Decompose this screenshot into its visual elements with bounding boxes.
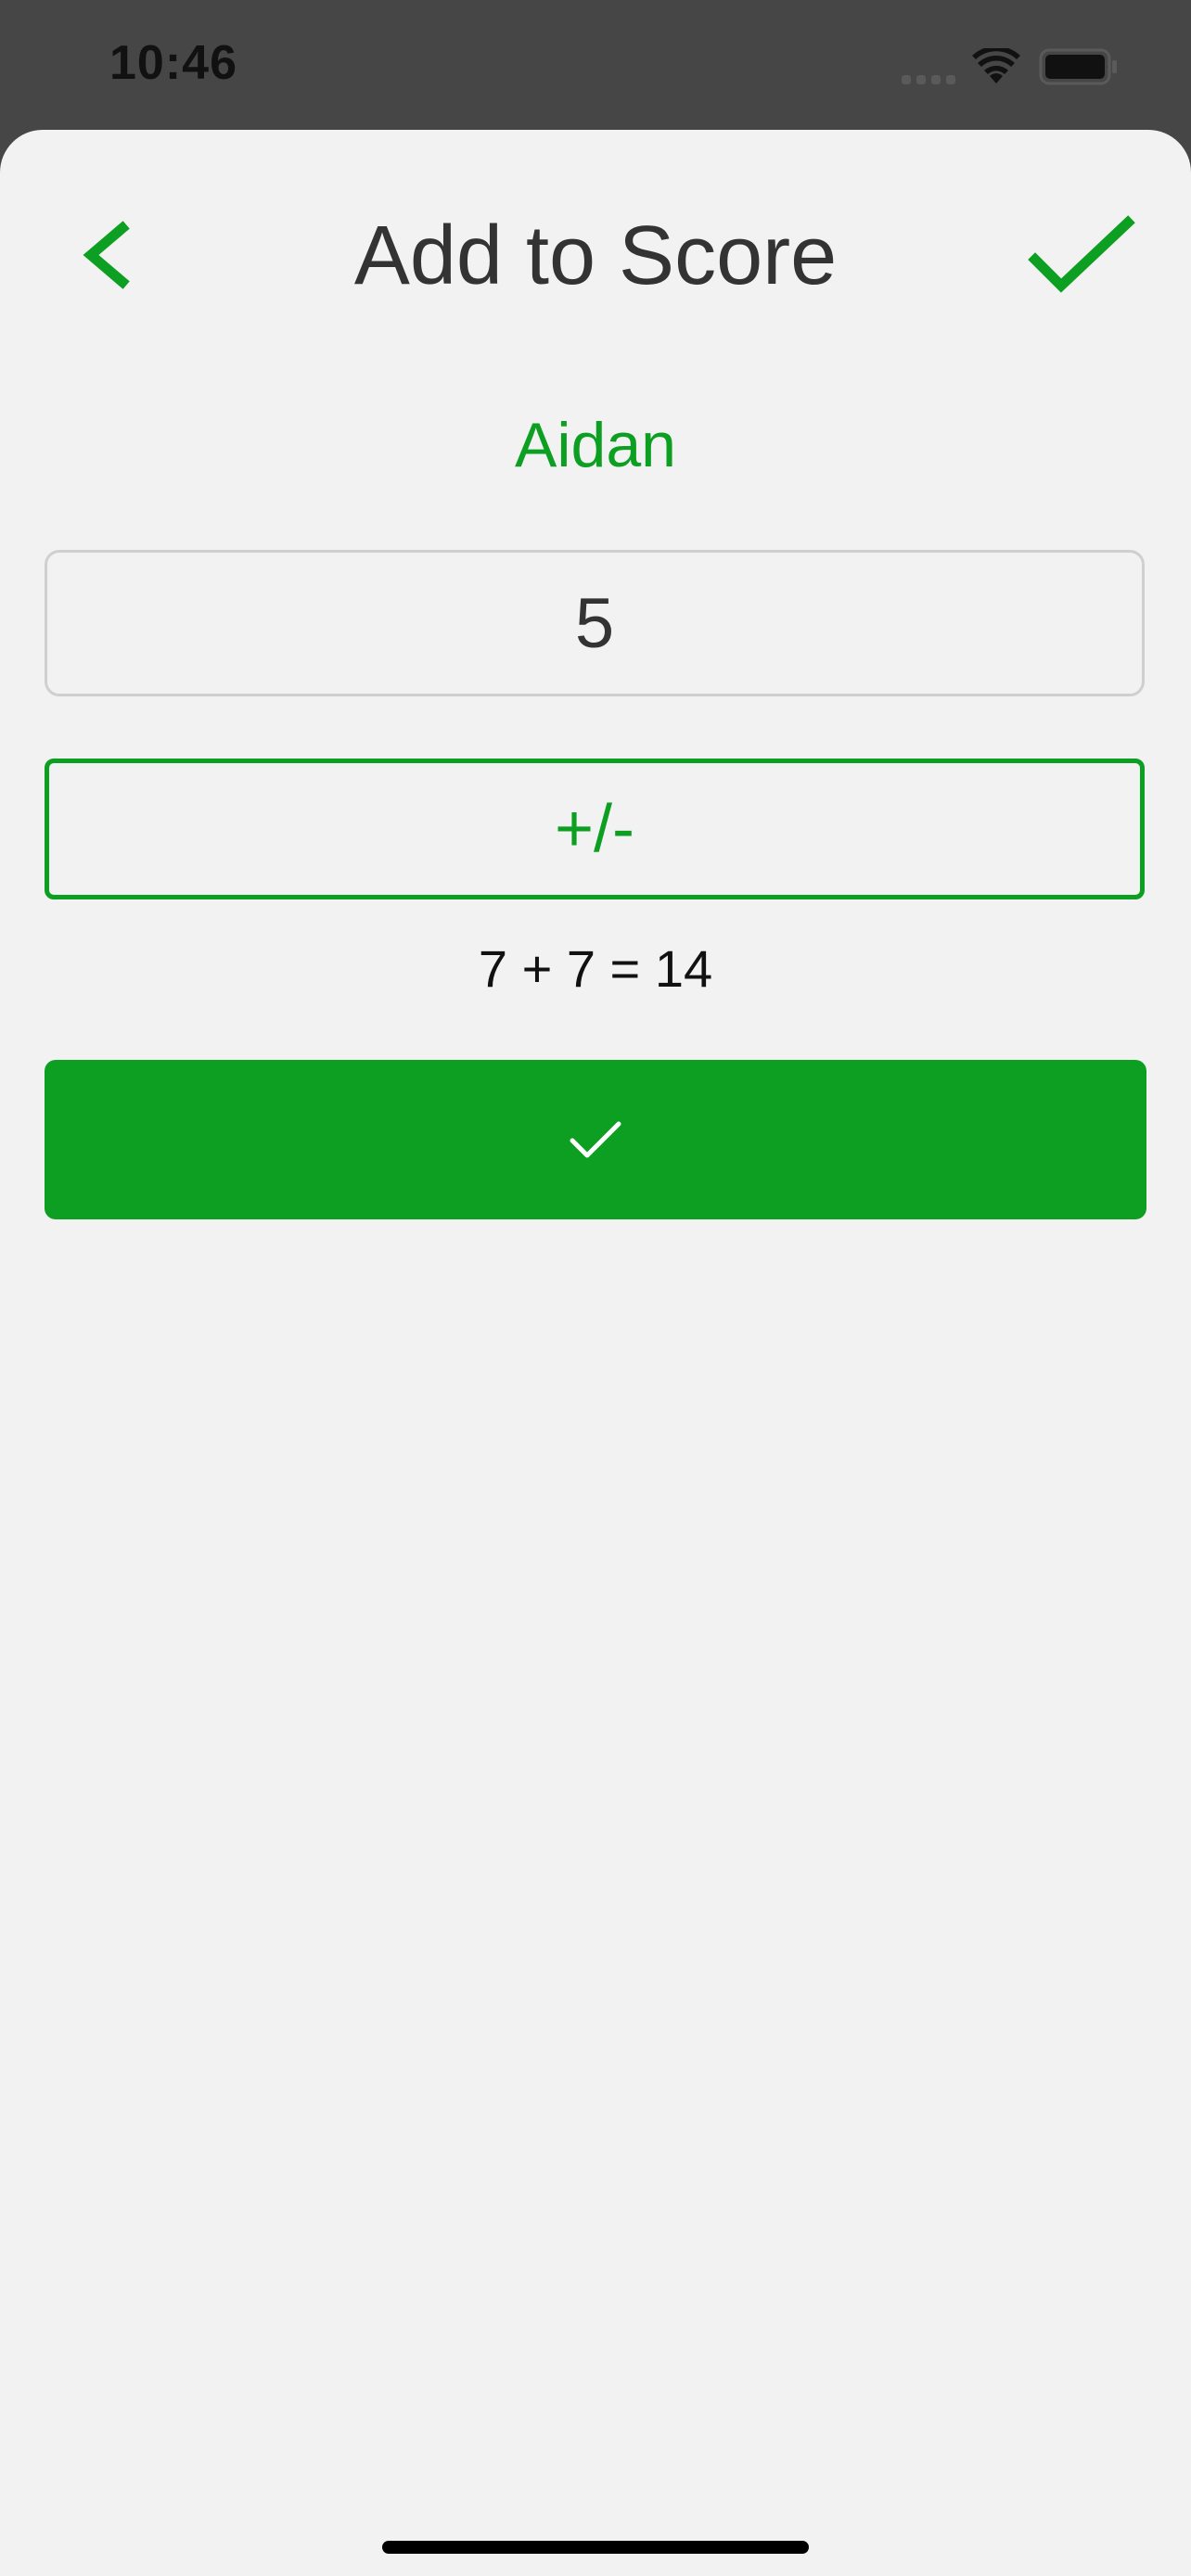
sign-toggle-label: +/- [554, 792, 635, 866]
score-equation: 7 + 7 = 14 [478, 939, 713, 998]
home-indicator[interactable] [382, 2541, 809, 2554]
checkmark-icon [570, 1121, 621, 1158]
add-score-sheet: Add to Score Aidan +/- 7 + 7 = 14 [0, 130, 1191, 2576]
checkmark-icon [1028, 215, 1135, 293]
sign-toggle-button[interactable]: +/- [45, 759, 1145, 899]
battery-icon [1039, 48, 1117, 85]
cellular-signal-icon [902, 75, 955, 84]
screen: 10:46 Add to Score Aidan 5 +/- 7 + 7 = 1… [0, 0, 1191, 2576]
back-button[interactable] [74, 213, 148, 297]
status-bar: 10:46 [0, 0, 1191, 130]
chevron-left-icon [83, 221, 130, 289]
page-title: Add to Score [353, 210, 838, 302]
status-time: 10:46 [109, 36, 237, 90]
confirm-button[interactable] [1024, 211, 1135, 304]
player-name: Aidan [515, 410, 676, 480]
submit-button[interactable] [45, 1060, 1146, 1219]
wifi-icon [972, 48, 1020, 83]
score-input[interactable] [45, 550, 1145, 696]
